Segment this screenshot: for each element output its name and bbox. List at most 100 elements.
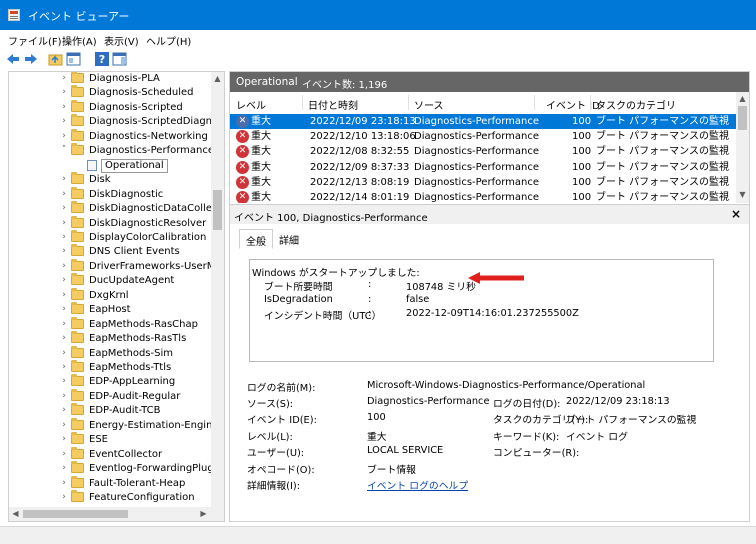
chevron-right-icon[interactable]: ›	[59, 449, 69, 459]
chevron-right-icon[interactable]: ›	[59, 333, 69, 343]
tree-item[interactable]: › ESE	[9, 432, 212, 448]
event-row[interactable]: ✕ 重大 2022/12/09 23:18:13 Diagnostics-Perfor…	[230, 114, 736, 129]
tree-item[interactable]: › Diagnosis-Scripted	[9, 99, 212, 116]
tree-item[interactable]: › DiskDiagnosticResolver	[9, 215, 212, 232]
tree-scroll-thumb[interactable]	[213, 190, 222, 230]
chevron-right-icon[interactable]: ›	[59, 362, 69, 372]
chevron-right-icon[interactable]: ›	[59, 434, 69, 444]
grid-vertical-scrollbar[interactable]: ▲ ▼	[736, 92, 749, 203]
tree-item[interactable]: › EDP-Audit-TCB	[9, 403, 212, 419]
tree-item[interactable]: › DucUpdateAgent	[9, 273, 212, 289]
event-row[interactable]: ✕ 重大 2022/12/09 8:37:33 Diagnostics-Perform…	[230, 160, 736, 175]
event-row[interactable]: ✕ 重大 2022/12/14 8:01:19 Diagnostics-Perform…	[230, 190, 736, 203]
tree-item[interactable]: › DxgKrnl	[9, 287, 212, 304]
chevron-right-icon[interactable]: ›	[59, 116, 69, 126]
grid-scroll-thumb[interactable]	[738, 106, 747, 130]
chevron-right-icon[interactable]: ›	[59, 102, 69, 112]
chevron-right-icon[interactable]: ›	[59, 304, 69, 314]
chevron-down-icon[interactable]: ˅	[59, 145, 69, 155]
chevron-right-icon[interactable]: ›	[59, 131, 69, 141]
console-tree-icon[interactable]	[66, 51, 82, 67]
chevron-right-icon[interactable]: ›	[59, 189, 69, 199]
console-tree[interactable]: › Diagnosis-PLA › Diagnosis-Scheduled › Diagn…	[8, 71, 225, 522]
tree-item[interactable]: › DriverFrameworks-UserMode	[9, 258, 224, 275]
tree-item[interactable]: › Fault-Tolerant-Heap	[9, 475, 212, 492]
tree-item[interactable]: ˅ Diagnostics-Performance	[9, 143, 214, 159]
chevron-right-icon[interactable]: ›	[59, 261, 69, 271]
tree-item[interactable]: › Diagnosis-ScriptedDiagnostics	[9, 114, 224, 130]
chevron-right-icon[interactable]: ›	[59, 290, 69, 300]
chevron-right-icon[interactable]: ›	[59, 405, 69, 415]
chevron-right-icon[interactable]: ›	[59, 348, 69, 358]
event-source: Diagnostics-Performance	[414, 192, 540, 203]
tab-general[interactable]: 全般	[239, 229, 273, 249]
tree-item[interactable]: › EDP-Audit-Regular	[9, 388, 212, 405]
event-log-help-link[interactable]: イベント ログのヘルプ	[367, 478, 468, 492]
tree-item[interactable]: › FeatureConfiguration	[9, 490, 212, 506]
tree-item[interactable]: Operational	[9, 158, 212, 174]
col-datetime[interactable]: 日付と時刻	[308, 97, 358, 112]
forward-arrow-icon[interactable]	[24, 51, 38, 67]
tree-item[interactable]: › EventCollector	[9, 446, 212, 463]
scroll-right-icon[interactable]: ▶	[197, 509, 210, 518]
tree-item[interactable]: › EapHost	[9, 302, 212, 318]
tree-item[interactable]: › Diagnosis-PLA	[9, 72, 212, 87]
tree-item[interactable]: › Diagnostics-Networking	[9, 128, 212, 145]
action-pane-icon[interactable]	[112, 51, 128, 67]
events-grid[interactable]: レベル 日付と時刻 ソース イベント ID タスクのカテゴリ ✕ 重大 2022/1…	[230, 92, 749, 203]
event-row[interactable]: ✕ 重大 2022/12/08 8:32:55 Diagnostics-Perform…	[230, 144, 736, 159]
chevron-right-icon[interactable]: ›	[59, 478, 69, 488]
menu-action[interactable]: 操作(A)	[62, 33, 97, 48]
chevron-right-icon[interactable]: ›	[59, 174, 69, 184]
up-folder-icon[interactable]	[48, 51, 64, 67]
chevron-right-icon[interactable]: ›	[59, 391, 69, 401]
grid-scroll-down-icon[interactable]: ▼	[736, 190, 749, 199]
chevron-right-icon[interactable]: ›	[59, 87, 69, 97]
tree-item[interactable]: › EDP-AppLearning	[9, 374, 212, 390]
tab-details[interactable]: 詳細	[273, 229, 305, 249]
event-row[interactable]: ✕ 重大 2022/12/10 13:18:06 Diagnostics-Perfor…	[230, 129, 736, 144]
chevron-right-icon[interactable]: ›	[59, 463, 69, 473]
help-icon[interactable]: ?	[94, 51, 110, 67]
tree-item[interactable]: › Disk	[9, 172, 212, 188]
tree-horizontal-scrollbar[interactable]: ◀ ▶	[9, 507, 224, 521]
chevron-right-icon[interactable]: ›	[59, 73, 69, 83]
event-id-label: イベント ID(E):	[247, 415, 317, 426]
tree-item[interactable]: › EapMethods-Sim	[9, 345, 212, 362]
chevron-right-icon[interactable]: ›	[59, 218, 69, 228]
tree-item[interactable]: › Energy-Estimation-Engine	[9, 417, 219, 434]
tree-item[interactable]: › Diagnosis-Scheduled	[9, 85, 212, 101]
event-row[interactable]: ✕ 重大 2022/12/13 8:08:19 Diagnostics-Perform…	[230, 175, 736, 190]
tree-item[interactable]: › DisplayColorCalibration	[9, 229, 212, 246]
col-event-id[interactable]: イベント ID	[546, 97, 600, 112]
tree-item[interactable]: › EapMethods-Ttls	[9, 360, 212, 376]
scroll-up-icon[interactable]: ▲	[211, 74, 224, 83]
menu-file[interactable]: ファイル(F)	[8, 33, 62, 48]
menu-help[interactable]: ヘルプ(H)	[146, 33, 191, 48]
tree-vertical-scrollbar[interactable]: ▲	[211, 72, 224, 507]
tree-hscroll-thumb[interactable]	[23, 510, 128, 518]
chevron-right-icon[interactable]: ›	[59, 232, 69, 242]
tree-item[interactable]: › DiskDiagnosticDataCollector	[9, 201, 224, 217]
tree-item[interactable]: › Eventlog-ForwardingPlugin	[9, 461, 223, 477]
chevron-right-icon[interactable]: ›	[59, 246, 69, 256]
col-level[interactable]: レベル	[236, 97, 266, 112]
chevron-right-icon[interactable]: ›	[59, 376, 69, 386]
menu-view[interactable]: 表示(V)	[104, 33, 139, 48]
back-arrow-icon[interactable]	[6, 51, 20, 67]
close-icon[interactable]: ×	[731, 207, 741, 221]
tree-item[interactable]: › DiskDiagnostic	[9, 186, 212, 203]
tree-item[interactable]: › EapMethods-RasChap	[9, 316, 212, 333]
chevron-right-icon[interactable]: ›	[59, 275, 69, 285]
chevron-right-icon[interactable]: ›	[59, 203, 69, 213]
col-task-category[interactable]: タスクのカテゴリ	[596, 97, 676, 112]
scroll-left-icon[interactable]: ◀	[9, 509, 22, 518]
grid-scroll-up-icon[interactable]: ▲	[736, 94, 749, 103]
chevron-right-icon[interactable]: ›	[59, 420, 69, 430]
tree-item[interactable]: › DNS Client Events	[9, 244, 212, 260]
tree-item[interactable]: › EapMethods-RasTls	[9, 331, 212, 347]
event-id: 100	[572, 161, 592, 173]
col-source[interactable]: ソース	[414, 97, 444, 112]
chevron-right-icon[interactable]: ›	[59, 319, 69, 329]
chevron-right-icon[interactable]: ›	[59, 492, 69, 502]
